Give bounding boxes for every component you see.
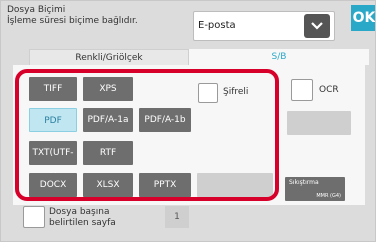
- tab-color-grayscale[interactable]: Renkli/Griölçek: [29, 49, 189, 65]
- compression-value: MMR (G4): [316, 193, 341, 199]
- file-format-dialog: Dosya Biçimi İşleme süresi biçime bağlıd…: [0, 0, 376, 242]
- page-count-field[interactable]: 1: [165, 206, 189, 228]
- format-pdfa1a-button[interactable]: PDF/A-1a: [83, 108, 133, 132]
- ocr-checkbox[interactable]: [291, 79, 313, 101]
- pages-per-file-line1: Dosya başına: [49, 207, 110, 217]
- encrypt-label: Şifreli: [223, 87, 249, 97]
- file-format-header: Dosya Biçimi İşleme süresi biçime bağlıd…: [7, 5, 138, 27]
- ocr-label: OCR: [319, 85, 339, 95]
- format-txt-button[interactable]: TXT(UTF-8): [29, 141, 77, 182]
- pages-per-file-label: Dosya başına belirtilen sayfa: [49, 207, 116, 229]
- send-mode-value: E-posta: [198, 20, 236, 31]
- pages-per-file-checkbox[interactable]: [23, 206, 45, 228]
- compression-button[interactable]: Sıkıştırma MMR (G4): [285, 177, 345, 201]
- ocr-settings-button: [287, 111, 351, 135]
- format-xps-button[interactable]: XPS: [83, 77, 133, 101]
- format-rtf-button[interactable]: RTF: [83, 141, 133, 165]
- dropdown-button[interactable]: [304, 14, 330, 38]
- send-mode-select[interactable]: E-posta: [193, 11, 335, 41]
- format-pdf-button[interactable]: PDF: [29, 108, 77, 132]
- ok-button[interactable]: OK: [351, 5, 375, 31]
- chevron-down-icon: [311, 22, 323, 30]
- format-empty-slot: [197, 173, 273, 197]
- format-docx-button[interactable]: DOCX: [29, 173, 77, 197]
- file-format-title: Dosya Biçimi: [7, 5, 66, 15]
- format-xlsx-button[interactable]: XLSX: [83, 173, 133, 197]
- tab-black-white[interactable]: S/B: [189, 49, 369, 65]
- format-pptx-button[interactable]: PPTX: [139, 173, 191, 197]
- encrypt-checkbox[interactable]: [198, 83, 218, 103]
- format-tiff-button[interactable]: TIFF: [29, 77, 77, 101]
- compression-label: Sıkıştırma: [289, 179, 319, 186]
- pages-per-file-line2: belirtilen sayfa: [49, 218, 116, 228]
- processing-time-note: İşleme süresi biçime bağlıdır.: [7, 16, 138, 26]
- format-pdfa1b-button[interactable]: PDF/A-1b: [139, 108, 191, 132]
